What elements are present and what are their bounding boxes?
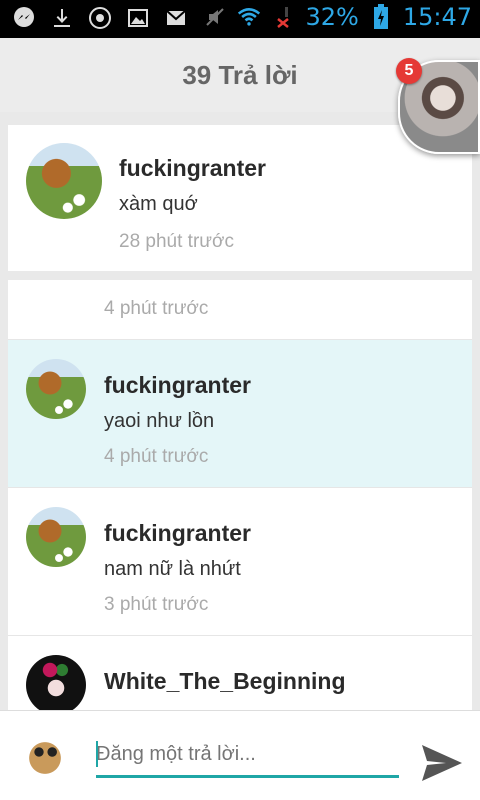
mute-icon: [203, 5, 227, 29]
my-avatar: [15, 725, 75, 785]
avatar[interactable]: [26, 655, 86, 710]
comment-text: yaoi như lồn: [104, 410, 215, 432]
list-item[interactable]: fuckingranter nam nữ là nhứt 3 phút trướ…: [8, 488, 472, 636]
status-bar: 32% 15:47: [0, 0, 480, 38]
image-icon: [126, 6, 150, 30]
download-icon: [50, 6, 74, 30]
comment-time: 3 phút trước: [104, 594, 209, 615]
comment-text: nam nữ là nhứt: [104, 558, 241, 580]
avatar[interactable]: [26, 507, 86, 567]
wifi-icon: [237, 5, 261, 29]
comment-author[interactable]: fuckingranter: [104, 520, 251, 547]
comment-text: xàm quớ: [119, 193, 198, 215]
send-icon: [422, 745, 462, 781]
comment-time: 4 phút trước: [104, 446, 209, 467]
comment-author[interactable]: fuckingranter: [104, 372, 251, 399]
avatar[interactable]: [26, 143, 102, 219]
messenger-icon: [12, 6, 36, 30]
text-cursor: [96, 741, 98, 767]
list-item[interactable]: 4 phút trước: [8, 280, 472, 340]
replies-list[interactable]: 4 phút trước fuckingranter yaoi như lồn …: [8, 280, 472, 710]
comment-author[interactable]: White_The_Beginning: [104, 668, 346, 695]
chrome-icon: [88, 6, 112, 30]
comment-time: 4 phút trước: [104, 298, 209, 319]
chat-head[interactable]: 5: [396, 58, 480, 154]
battery-icon: [369, 4, 393, 29]
gmail-icon: [164, 6, 188, 30]
comment-time: 28 phút trước: [119, 231, 234, 252]
reply-composer: [0, 710, 480, 800]
clock: 15:47: [402, 3, 472, 31]
unread-badge: 5: [396, 58, 422, 84]
list-item[interactable]: fuckingranter yaoi như lồn 4 phút trước: [8, 340, 472, 488]
avatar[interactable]: [26, 359, 86, 419]
input-underline: [96, 775, 399, 778]
battery-percentage: 32%: [305, 3, 359, 31]
comment-author[interactable]: fuckingranter: [119, 155, 266, 182]
list-item[interactable]: White_The_Beginning: [8, 636, 472, 710]
send-button[interactable]: [420, 741, 464, 785]
no-signal-icon: [271, 5, 295, 29]
reply-input[interactable]: [96, 739, 399, 769]
